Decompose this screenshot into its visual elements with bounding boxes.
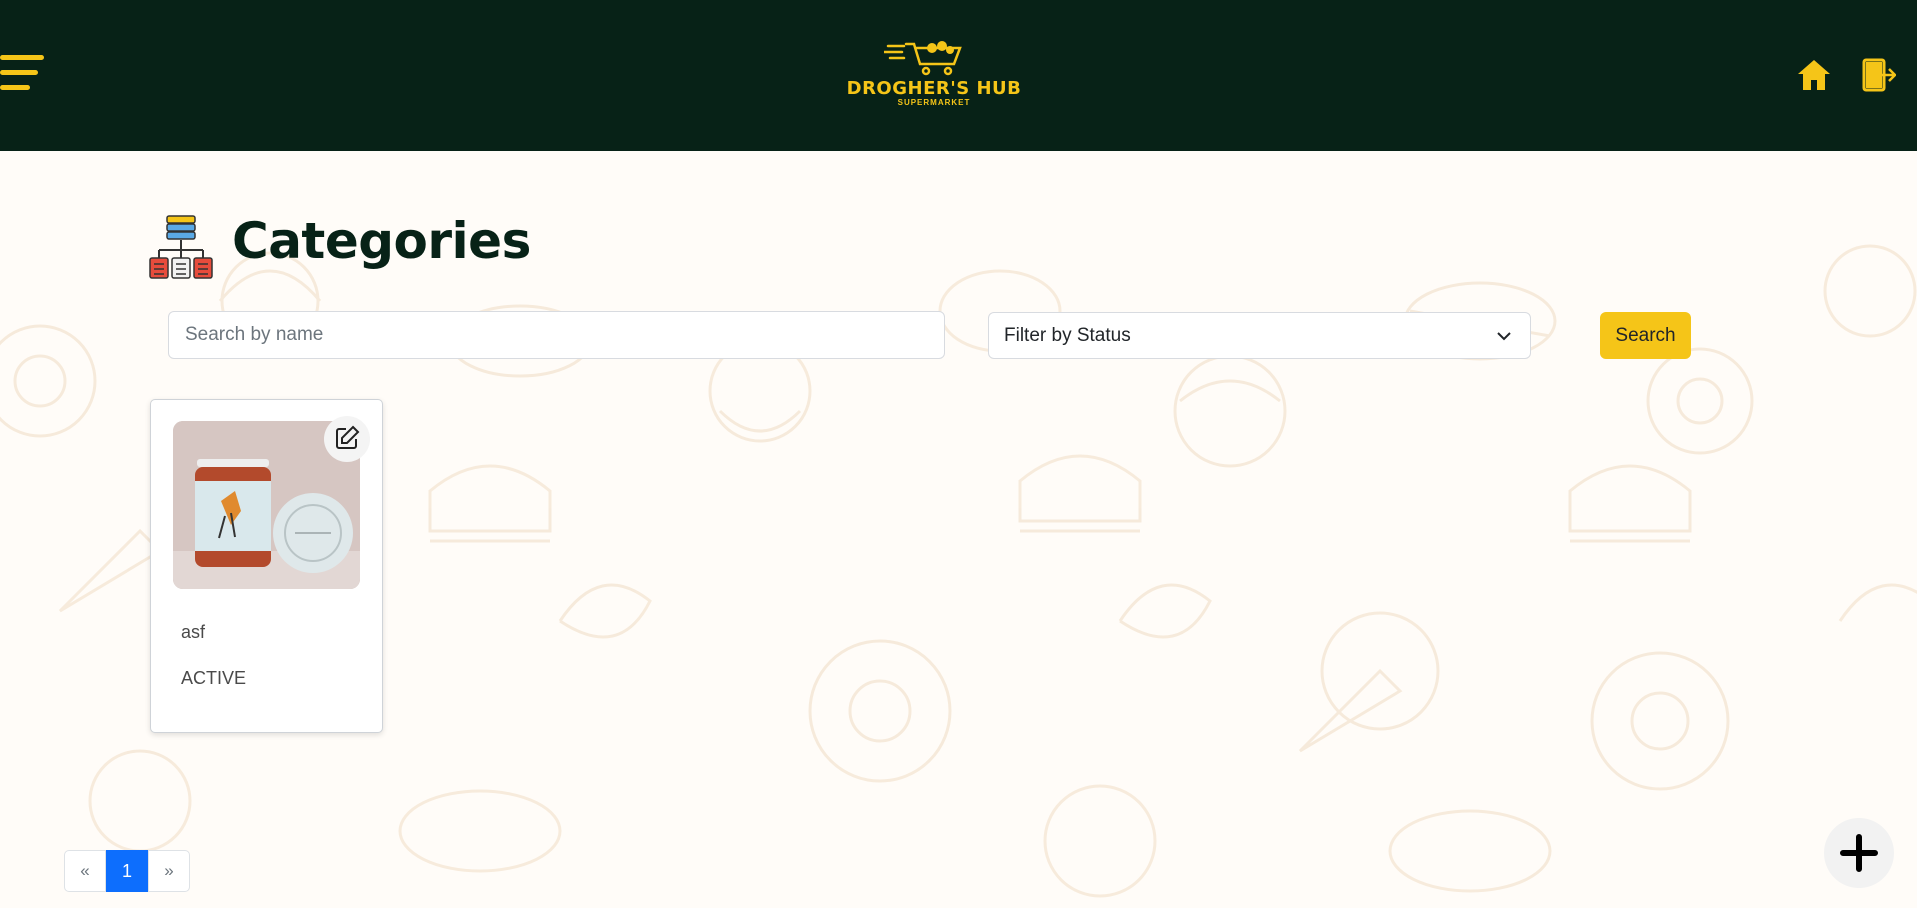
- pagination-prev-button[interactable]: «: [64, 850, 106, 892]
- category-status: ACTIVE: [181, 668, 247, 688]
- category-name: asf: [181, 622, 206, 642]
- search-input[interactable]: [168, 311, 945, 359]
- logo-subtitle: SUPERMARKET: [897, 98, 971, 107]
- add-category-button[interactable]: [1824, 818, 1894, 888]
- brand-logo[interactable]: DROGHER'S HUB SUPERMARKET: [838, 38, 1030, 112]
- plus-icon: [1840, 834, 1878, 872]
- category-hierarchy-icon: [149, 214, 213, 280]
- search-button[interactable]: Search: [1600, 312, 1691, 359]
- pagination-next-button[interactable]: »: [148, 850, 190, 892]
- hamburger-icon[interactable]: [0, 52, 46, 94]
- pagination: « 1 »: [64, 850, 190, 892]
- page-title: Categories: [232, 212, 531, 270]
- pagination-page-button[interactable]: 1: [106, 850, 148, 892]
- top-navbar: DROGHER'S HUB SUPERMARKET: [0, 0, 1917, 151]
- status-filter-select[interactable]: Filter by Status: [988, 312, 1531, 359]
- logo-title: DROGHER'S HUB: [846, 78, 1022, 99]
- edit-icon[interactable]: [324, 416, 370, 462]
- chevron-down-icon: [1497, 332, 1511, 341]
- home-icon[interactable]: [1796, 58, 1832, 92]
- main-content: Categories Filter by Status Search: [0, 151, 1917, 908]
- status-filter-value: Filter by Status: [1004, 325, 1131, 346]
- category-card[interactable]: asf ACTIVE: [150, 399, 383, 733]
- shopping-cart-logo-icon: [884, 41, 962, 76]
- logout-icon[interactable]: [1862, 58, 1897, 92]
